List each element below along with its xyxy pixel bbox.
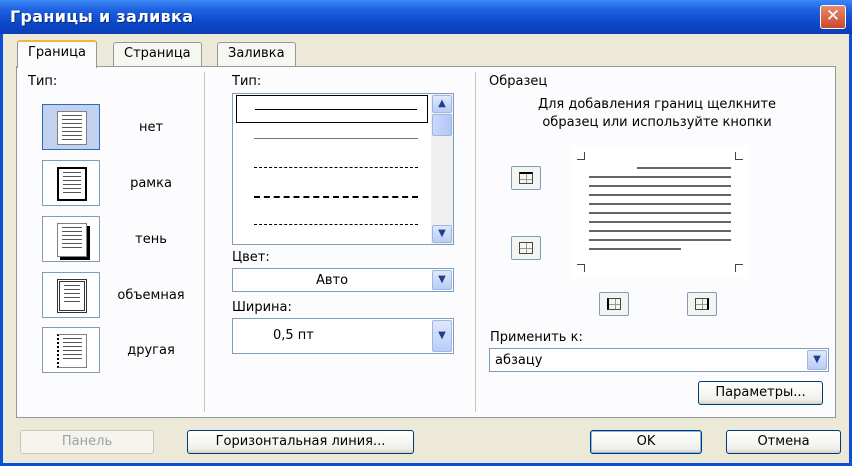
width-value: 0,5 пт — [273, 328, 314, 343]
preview-corner — [577, 264, 585, 272]
tab-shading[interactable]: Заливка — [217, 42, 296, 66]
title-bar[interactable]: Границы и заливка ✕ — [0, 0, 852, 34]
preview-text-line — [637, 167, 731, 169]
style-item-thin[interactable] — [236, 125, 428, 153]
preview-text-line — [589, 212, 731, 214]
preview-text-line — [589, 194, 731, 196]
setting-shadow-icon — [57, 223, 87, 257]
setting-box-label: рамка — [130, 176, 172, 191]
preview-corner — [735, 152, 743, 160]
horizontal-line-label: Горизонтальная линия... — [215, 434, 386, 449]
ok-label: OK — [636, 434, 656, 449]
style-line — [254, 196, 418, 198]
width-label: Ширина: — [232, 300, 292, 315]
setting-3d-button[interactable] — [42, 272, 100, 318]
preview-sample[interactable] — [571, 146, 749, 278]
tab-shading-label: Заливка — [228, 46, 285, 61]
width-select[interactable]: 0,5 пт ▼ — [232, 318, 454, 354]
chevron-down-icon[interactable]: ▼ — [432, 320, 452, 352]
setting-shadow-button[interactable] — [42, 216, 100, 262]
preview-text-line — [589, 176, 731, 178]
preview-text-line — [589, 239, 731, 241]
preview-label: Образец — [489, 74, 548, 89]
tab-page-label: Страница — [124, 46, 191, 61]
tab-page[interactable]: Страница — [113, 42, 202, 66]
style-list[interactable]: ▲ ▼ — [232, 93, 454, 245]
border-left-icon — [607, 298, 621, 310]
apply-to-label: Применить к: — [490, 330, 583, 345]
setting-custom-button[interactable] — [42, 327, 100, 373]
apply-to-select[interactable]: абзацу ▼ — [489, 348, 829, 372]
setting-shadow-label: тень — [135, 232, 167, 247]
style-line — [254, 167, 418, 168]
setting-custom-icon — [57, 334, 87, 368]
preview-text-line — [589, 248, 681, 250]
preview-corner — [735, 264, 743, 272]
options-button-label: Параметры... — [715, 385, 806, 400]
style-line — [255, 109, 417, 110]
cancel-button[interactable]: Отмена — [726, 430, 841, 454]
setting-none-label: нет — [138, 120, 164, 135]
scroll-down-icon[interactable]: ▼ — [432, 225, 452, 243]
border-top-button[interactable] — [511, 166, 541, 190]
style-label: Тип: — [232, 74, 262, 89]
setting-none-button[interactable] — [42, 104, 100, 150]
dialog-title: Границы и заливка — [10, 7, 194, 26]
setting-none-icon — [57, 111, 87, 145]
setting-label: Тип: — [28, 74, 58, 89]
options-button[interactable]: Параметры... — [698, 381, 823, 405]
close-icon: ✕ — [825, 6, 841, 26]
divider-right — [475, 72, 476, 412]
preview-hint: Для добавления границ щелкните образец и… — [489, 96, 825, 132]
preview-text-line — [589, 203, 731, 205]
preview-text-line — [589, 185, 731, 187]
show-toolbar-label: Панель — [61, 434, 113, 449]
setting-box-icon — [57, 167, 87, 201]
setting-custom-label: другая — [127, 343, 175, 358]
style-item-dash[interactable] — [236, 183, 428, 211]
setting-3d-label: объемная — [117, 288, 185, 303]
show-toolbar-button[interactable]: Панель — [20, 430, 154, 454]
preview-text-line — [589, 230, 731, 232]
border-inside-icon — [519, 242, 533, 254]
chevron-down-icon[interactable]: ▼ — [807, 350, 827, 370]
close-button[interactable]: ✕ — [820, 5, 846, 29]
border-left-button[interactable] — [599, 292, 629, 316]
tab-border-label: Граница — [28, 45, 86, 60]
horizontal-line-button[interactable]: Горизонтальная линия... — [187, 430, 414, 454]
preview-text-line — [589, 221, 731, 223]
style-item-dash-dot[interactable] — [236, 211, 428, 239]
ok-button[interactable]: OK — [590, 430, 702, 454]
border-inside-button[interactable] — [511, 236, 541, 260]
preview-hint-line1: Для добавления границ щелкните — [537, 97, 777, 112]
divider-left — [204, 72, 205, 412]
setting-box-button[interactable] — [42, 160, 100, 206]
style-item-solid[interactable] — [236, 95, 428, 123]
color-value: Авто — [315, 273, 349, 288]
preview-corner — [577, 152, 585, 160]
dialog-window: Границы и заливка ✕ Граница Страница Зал… — [0, 0, 852, 466]
border-right-button[interactable] — [687, 292, 717, 316]
color-select[interactable]: Авто ▼ — [232, 268, 454, 292]
color-label: Цвет: — [232, 250, 270, 265]
cancel-label: Отмена — [757, 434, 810, 449]
scroll-thumb[interactable] — [432, 114, 452, 136]
setting-3d-icon — [57, 279, 87, 313]
chevron-down-icon[interactable]: ▼ — [432, 270, 452, 290]
preview-hint-line2: образец или используйте кнопки — [542, 115, 772, 130]
scroll-up-icon[interactable]: ▲ — [432, 95, 452, 113]
border-right-icon — [695, 298, 709, 310]
apply-to-value: абзацу — [495, 353, 543, 368]
tab-border[interactable]: Граница — [17, 40, 97, 68]
border-top-icon — [519, 172, 533, 184]
style-item-dash-small[interactable] — [236, 154, 428, 182]
style-line — [254, 224, 418, 225]
style-line — [254, 138, 418, 139]
style-scrollbar[interactable]: ▲ ▼ — [431, 94, 453, 244]
